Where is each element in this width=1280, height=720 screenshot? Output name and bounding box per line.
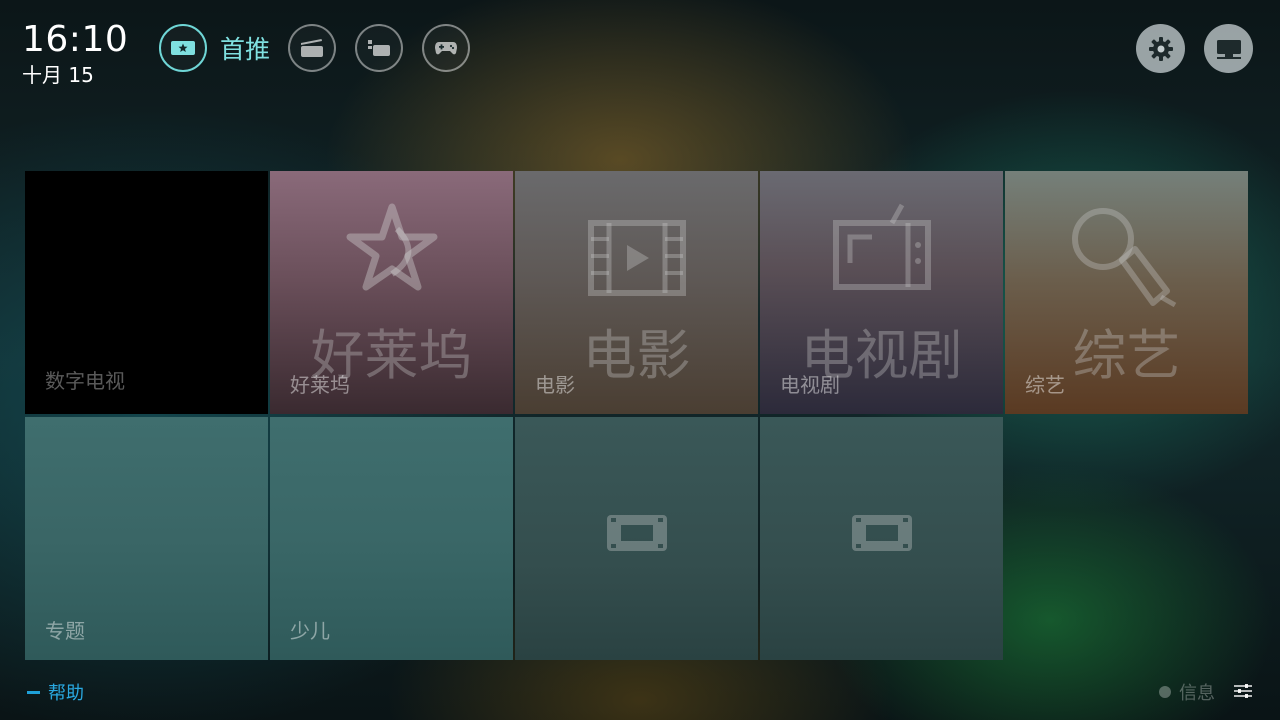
tile-tv-series-label: 电视剧 [780, 373, 840, 397]
top-nav: 首推 [159, 24, 471, 72]
clock-time: 16:10 [22, 19, 129, 60]
settings-button[interactable] [1136, 24, 1185, 73]
tile-digital-tv[interactable]: 数字电视 [25, 171, 268, 414]
film-placeholder-icon [606, 515, 667, 551]
tile-hollywood[interactable]: 好莱坞 好莱坞 [270, 171, 513, 414]
nav-recommend-button[interactable] [159, 24, 207, 72]
content-grid: 数字电视 好莱坞 好莱坞 电影 电影 电视剧 电视剧 综艺 综艺 专题 少儿 [25, 171, 1248, 660]
help-label: 帮助 [48, 683, 84, 704]
tile-topic-label: 专题 [45, 619, 85, 643]
help-hint[interactable]: 帮助 [27, 679, 84, 705]
nav-recommend-label: 首推 [220, 35, 271, 64]
gamepad-icon [435, 42, 458, 55]
help-dash-icon [27, 690, 40, 694]
gear-icon [1148, 36, 1173, 61]
nav-games-button[interactable] [422, 24, 471, 72]
tv-icon [832, 203, 931, 290]
tile-placeholder-2[interactable] [760, 417, 1003, 660]
microphone-icon [1071, 208, 1176, 308]
tile-digital-tv-label: 数字电视 [45, 369, 125, 393]
tile-kids-label: 少儿 [290, 619, 330, 643]
film-icon [587, 220, 686, 296]
top-right-controls [1117, 24, 1253, 73]
nav-movies-button[interactable] [288, 24, 337, 72]
sliders-icon [1234, 684, 1252, 698]
clapperboard-icon [301, 39, 324, 57]
tile-variety-label: 综艺 [1025, 373, 1065, 397]
tile-topic[interactable]: 专题 [25, 417, 268, 660]
clock: 16:10 十月 15 [22, 20, 128, 88]
clock-date: 十月 15 [22, 63, 94, 87]
star-ticket-icon [171, 41, 195, 55]
nav-tv-button[interactable] [355, 24, 404, 72]
tile-hollywood-label: 好莱坞 [290, 373, 350, 397]
info-icon [1159, 686, 1171, 698]
tile-kids[interactable]: 少儿 [270, 417, 513, 660]
tile-movie[interactable]: 电影 电影 [515, 171, 758, 414]
star-icon [346, 203, 437, 291]
tv-folder-icon [368, 40, 391, 56]
tile-movie-label: 电影 [535, 373, 575, 397]
tile-tv-series[interactable]: 电视剧 电视剧 [760, 171, 1003, 414]
info-hint[interactable]: 信息 [1159, 679, 1215, 705]
film-placeholder-icon [851, 515, 912, 551]
tile-variety[interactable]: 综艺 综艺 [1005, 171, 1248, 414]
info-label: 信息 [1179, 683, 1215, 704]
tile-placeholder-1[interactable] [515, 417, 758, 660]
screen-button[interactable] [1204, 24, 1253, 73]
monitor-icon [1216, 39, 1241, 59]
menu-button[interactable] [1233, 683, 1253, 703]
